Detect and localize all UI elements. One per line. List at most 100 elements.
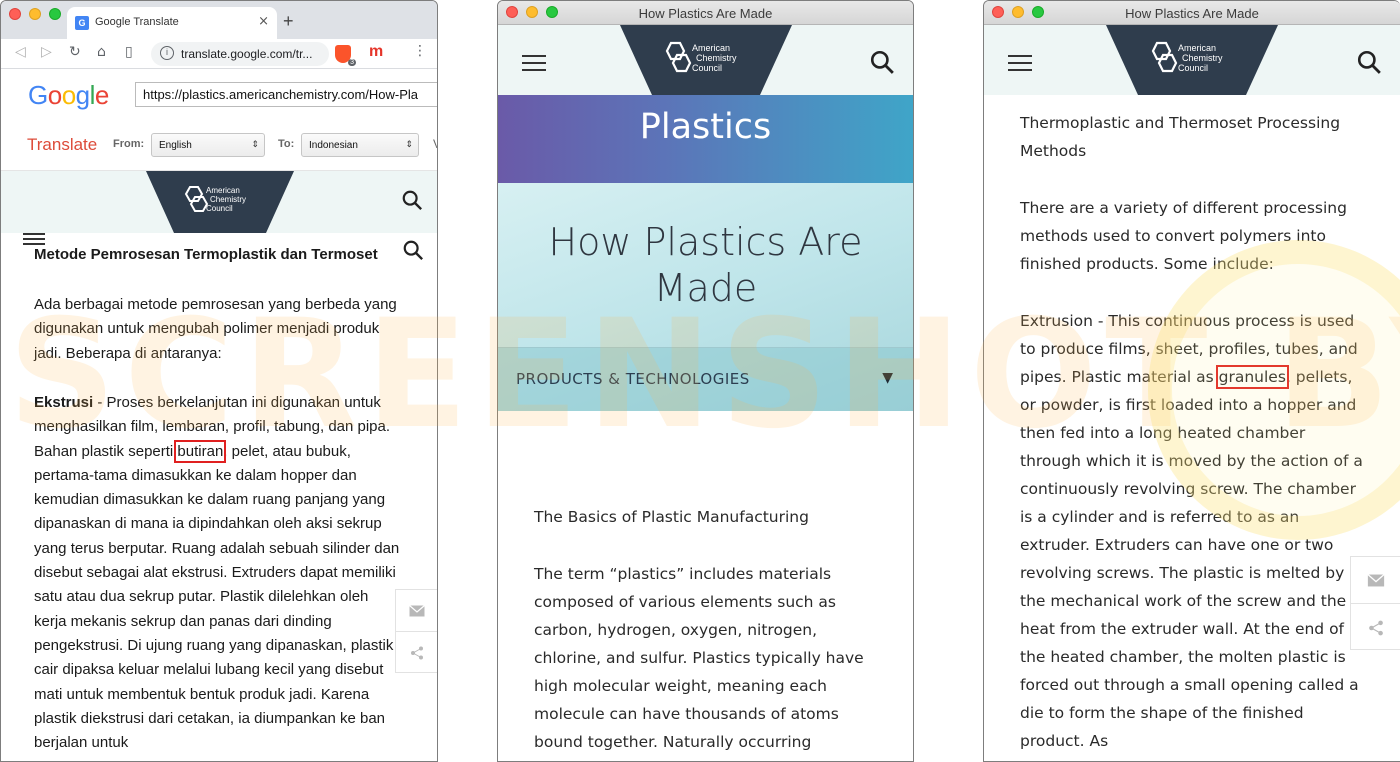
email-share-button[interactable] (396, 590, 437, 632)
address-bar[interactable]: i translate.google.com/tr... (151, 42, 329, 66)
acc-logo-shape: American Chemistry Council (620, 25, 792, 95)
search-icon[interactable] (401, 189, 423, 211)
google-translate-header: Google https://plastics.americanchemistr… (1, 69, 437, 121)
caret-down-icon: ▼ (882, 370, 893, 386)
browser-window-translate: G Google Translate × + ◁ ▷ ↻ ⌂ ▯ i trans… (0, 0, 438, 762)
products-technologies-dropdown[interactable]: PRODUCTS & TECHNOLOGIES ▼ (498, 347, 913, 411)
translate-language-bar: Translate From: English ⇕ To: Indonesian… (1, 121, 437, 171)
acc-logo[interactable]: American Chemistry Council (620, 25, 792, 95)
acc-logo-text-1: American (1178, 43, 1216, 53)
from-label: From: (113, 138, 145, 150)
window-title: How Plastics Are Made (638, 6, 773, 21)
back-icon[interactable]: ◁ (15, 44, 26, 60)
acc-logo-shape: American Chemistry Council (146, 171, 294, 233)
highlighted-word: butiran (174, 439, 227, 463)
hero-section: How Plastics Are Made PRODUCTS & TECHNOL… (498, 183, 913, 411)
browser-window-how-plastics-article: How Plastics Are Made American Chemistry… (983, 0, 1400, 762)
term-ekstrusi: Ekstrusi (34, 394, 94, 411)
tab-close-icon[interactable]: × (258, 14, 269, 29)
acc-site-header: American Chemistry Council (498, 25, 913, 95)
tab-google-translate[interactable]: G Google Translate × (67, 7, 277, 39)
article-paragraph-extrusion: Ekstrusi - Proses berkelanjutan ini digu… (34, 394, 400, 751)
google-logo-letter: o (61, 80, 76, 110)
acc-logo-text-3: Council (206, 204, 233, 213)
tab-strip: G Google Translate × + (1, 1, 437, 39)
article-content: The Basics of Plastic Manufacturing The … (534, 503, 884, 756)
minimize-window-button[interactable] (29, 8, 41, 20)
share-button[interactable] (1351, 604, 1400, 651)
translate-title: Translate (27, 135, 98, 154)
home-icon[interactable]: ⌂ (97, 44, 106, 60)
email-icon (1367, 573, 1385, 586)
source-url-input[interactable]: https://plastics.americanchemistry.com/H… (135, 82, 437, 107)
acc-logo-text-3: Council (1178, 63, 1208, 73)
hamburger-menu-icon[interactable] (1008, 55, 1034, 71)
article-paragraph: There are a variety of different process… (1020, 199, 1347, 273)
search-icon[interactable] (402, 239, 424, 261)
brave-shield-icon[interactable]: 3 (335, 45, 356, 66)
acc-logo[interactable]: American Chemistry Council (146, 171, 294, 233)
title-bar: How Plastics Are Made (498, 1, 913, 25)
acc-logo-shape: American Chemistry Council (1106, 25, 1278, 95)
close-window-button[interactable] (9, 8, 21, 20)
address-bar-url: translate.google.com/tr... (181, 47, 313, 61)
google-logo-letter: o (47, 80, 62, 110)
hamburger-menu-icon[interactable] (522, 55, 548, 71)
zoom-window-button[interactable] (49, 8, 61, 20)
share-icon (411, 646, 423, 660)
to-label: To: (278, 138, 295, 150)
bookmark-icon[interactable]: ▯ (125, 44, 133, 60)
google-logo-letter: g (75, 80, 90, 110)
brave-shield-badge: 3 (348, 59, 356, 66)
acc-site-header: American Chemistry Council (984, 25, 1400, 95)
acc-logo[interactable]: American Chemistry Council (1106, 25, 1278, 95)
acc-logo-text-3: Council (692, 63, 722, 73)
article-paragraph-extrusion: Extrusion - This continuous process is u… (1020, 312, 1363, 750)
acc-logo-text-2: Chemistry (1182, 53, 1223, 63)
translate-more-options[interactable]: V (433, 137, 437, 151)
tab-title: Google Translate (95, 16, 179, 28)
browser-toolbar: ◁ ▷ ↻ ⌂ ▯ i translate.google.com/tr... 3… (1, 39, 437, 69)
site-info-icon[interactable]: i (160, 46, 174, 60)
forward-icon[interactable]: ▷ (41, 44, 52, 60)
email-icon (409, 604, 425, 616)
article-content: Thermoplastic and Thermoset Processing M… (1020, 109, 1370, 755)
from-language-select[interactable]: English ⇕ (151, 133, 265, 157)
google-logo[interactable]: Google (28, 80, 109, 111)
google-translate-favicon-icon: G (75, 16, 89, 30)
title-bar: How Plastics Are Made (984, 1, 1400, 25)
from-language-value: English (159, 140, 192, 151)
share-panel (1350, 556, 1400, 650)
share-icon (1369, 620, 1383, 635)
to-language-select[interactable]: Indonesian ⇕ (301, 133, 419, 157)
email-share-button[interactable] (1351, 557, 1400, 604)
select-arrows-icon: ⇕ (251, 139, 259, 149)
acc-logo-text-2: Chemistry (210, 195, 246, 204)
translated-article: Metode Pemrosesan Termoplastik dan Termo… (1, 233, 437, 761)
reload-icon[interactable]: ↻ (69, 44, 81, 60)
share-button[interactable] (396, 632, 437, 674)
search-icon[interactable] (869, 49, 895, 75)
select-arrows-icon: ⇕ (405, 139, 413, 149)
browser-window-how-plastics: How Plastics Are Made American Chemistry… (497, 0, 914, 762)
to-language-value: Indonesian (309, 140, 358, 151)
section-banner: Plastics (498, 95, 913, 183)
search-icon[interactable] (1356, 49, 1382, 75)
acc-logo-text-1: American (206, 186, 240, 195)
new-tab-button[interactable]: + (283, 11, 294, 32)
window-title: How Plastics Are Made (1125, 6, 1259, 21)
article-paragraph: Ada berbagai metode pemrosesan yang berb… (34, 296, 397, 362)
share-panel (395, 589, 437, 674)
highlighted-word: granules (1215, 365, 1289, 389)
article-paragraph: The term “plastics” includes materials c… (534, 565, 864, 751)
article-heading: Metode Pemrosesan Termoplastik dan Termo… (34, 246, 378, 263)
acc-logo-text-1: American (692, 43, 730, 53)
window-controls (9, 8, 61, 20)
article-heading: Thermoplastic and Thermoset Processing M… (1020, 114, 1341, 160)
article-subheading: The Basics of Plastic Manufacturing (534, 508, 809, 526)
extension-m-icon[interactable]: m (369, 43, 383, 61)
browser-menu-icon[interactable]: ⋮ (413, 43, 427, 59)
products-technologies-label: PRODUCTS & TECHNOLOGIES (516, 370, 750, 388)
acc-site-header: American Chemistry Council (1, 171, 437, 233)
page-title: How Plastics Are Made (548, 220, 863, 310)
